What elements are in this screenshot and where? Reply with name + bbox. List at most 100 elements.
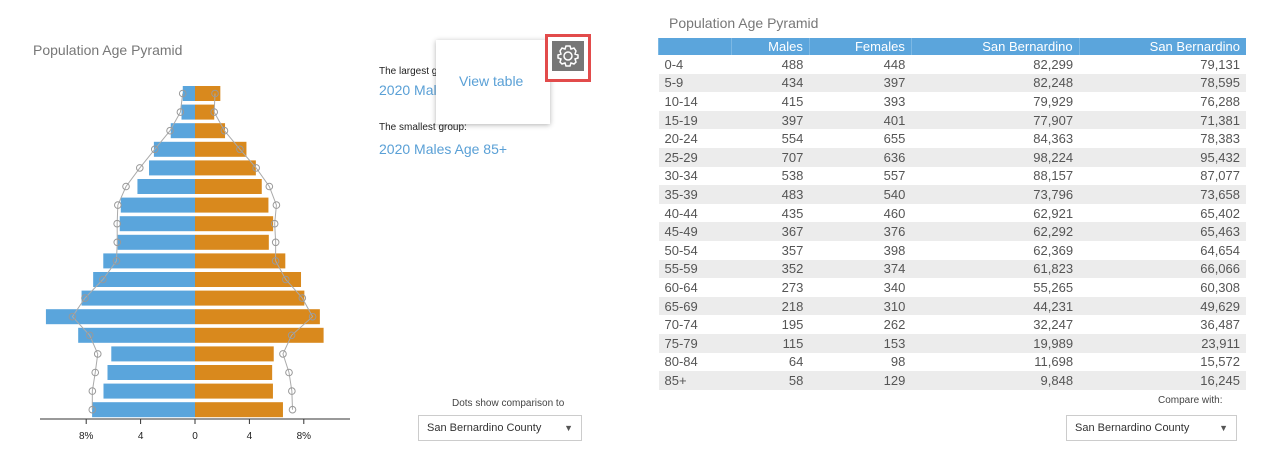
- table-cell: 60,308: [1200, 279, 1240, 295]
- compare-select-value: San Bernardino County: [1075, 422, 1190, 434]
- table-cell: 40-44: [664, 205, 698, 221]
- table-cell: 61,823: [911, 259, 1080, 279]
- table-cell: 707: [731, 147, 810, 167]
- table-cell: 16,245: [1079, 371, 1246, 390]
- column-header[interactable]: San Bernardino: [910, 38, 1080, 55]
- table-cell: 98: [890, 354, 906, 370]
- table-row: 25-29 707 636 98,224 95,432: [658, 147, 1246, 167]
- male-bar: [153, 141, 195, 157]
- female-bar: [195, 123, 226, 139]
- gear-icon: [552, 41, 584, 71]
- table-cell: 55-59: [658, 259, 732, 279]
- table-cell: 195: [781, 317, 804, 333]
- table-cell: 36,487: [1200, 317, 1240, 333]
- table-row: 20-24 554 655 84,363 78,383: [659, 129, 1247, 148]
- table-cell: 398: [883, 242, 906, 258]
- population-pyramid-chart: 8% 4 0 4 8%: [40, 86, 350, 442]
- column-header[interactable]: [657, 38, 732, 55]
- female-bar: [195, 141, 247, 157]
- column-header[interactable]: Females: [808, 38, 912, 55]
- male-bar: [120, 197, 195, 213]
- table-cell: 0-4: [664, 56, 684, 72]
- settings-popup: View table: [436, 40, 550, 124]
- table-row: 65-69 218 310 44,231 49,629: [658, 296, 1246, 316]
- table-cell: 23,911: [1079, 333, 1246, 353]
- column-header[interactable]: San Bernardino: [1078, 38, 1246, 55]
- compare-with-select[interactable]: San Bernardino County ▼: [1066, 415, 1237, 441]
- table-row: 30-34 538 557 88,157 87,077: [659, 167, 1247, 186]
- compare-with-label: Compare with:: [1158, 395, 1223, 406]
- table-cell: 15,572: [1200, 354, 1240, 370]
- table-cell: 44,231: [911, 296, 1080, 316]
- table-cell: 30-34: [664, 168, 698, 184]
- female-bar: [195, 383, 273, 399]
- table-cell: 488: [781, 56, 804, 72]
- table-cell: 32,247: [1033, 317, 1074, 333]
- table-cell: 75-79: [658, 333, 732, 353]
- table-cell: 71,381: [1079, 110, 1246, 130]
- table-cell: 88,157: [1033, 168, 1074, 184]
- table-cell: 655: [883, 131, 906, 147]
- table-cell: 65-69: [658, 296, 732, 316]
- table-cell: 65,402: [1200, 205, 1240, 221]
- table-cell: 273: [781, 279, 804, 295]
- male-bar: [182, 86, 195, 101]
- table-cell: 85+: [658, 371, 732, 390]
- table-cell: 153: [809, 333, 912, 353]
- female-bar: [195, 86, 221, 101]
- table-cell: 82,248: [911, 73, 1080, 93]
- table-row: 75-79 115 153 19,989 23,911: [658, 333, 1246, 353]
- dots-comparison-label: Dots show comparison to: [452, 398, 565, 409]
- table-row: 35-39 483 540 73,796 73,658: [658, 185, 1246, 204]
- table-cell: 49,629: [1079, 296, 1246, 316]
- table-cell: 9,848: [911, 371, 1080, 390]
- female-bar: [195, 402, 283, 418]
- column-header[interactable]: Males: [731, 38, 810, 55]
- female-bar: [195, 234, 269, 250]
- dots-select-value: San Bernardino County: [427, 422, 542, 434]
- x-tick-label: 8%: [297, 431, 312, 442]
- table-cell: 79,131: [1200, 56, 1240, 72]
- female-bar: [195, 346, 274, 362]
- table-cell: 352: [731, 259, 810, 279]
- settings-button[interactable]: [545, 34, 591, 82]
- female-bar: [195, 197, 269, 213]
- female-comparison-line: [213, 93, 314, 410]
- table-cell: 557: [883, 168, 906, 184]
- table-cell: 45-49: [658, 222, 732, 241]
- table-cell: 435: [781, 205, 804, 221]
- male-bar: [103, 383, 195, 399]
- male-bar: [45, 309, 196, 325]
- dots-comparison-select[interactable]: San Bernardino County ▼: [418, 415, 582, 441]
- table-cell: 62,369: [1033, 242, 1074, 258]
- table-cell: 60-64: [664, 279, 698, 295]
- table-row: 15-19 397 401 77,907 71,381: [658, 110, 1246, 130]
- female-bar: [195, 290, 305, 306]
- male-bar: [137, 179, 195, 194]
- table-cell: 393: [883, 93, 906, 109]
- table-cell: 460: [883, 205, 906, 221]
- table-row: 5-9 434 397 82,248 78,595: [658, 73, 1246, 93]
- male-bar: [117, 234, 195, 250]
- table-row: 45-49 367 376 62,292 65,463: [658, 222, 1246, 241]
- male-bar: [81, 290, 195, 306]
- female-bar: [195, 216, 274, 232]
- female-bar: [195, 272, 302, 287]
- chevron-down-icon: ▼: [564, 423, 573, 433]
- female-bar: [195, 179, 262, 194]
- table-cell: 11,698: [1034, 354, 1074, 370]
- table-cell: 434: [731, 73, 810, 93]
- male-bar: [93, 272, 195, 287]
- table-cell: 15-19: [658, 110, 732, 130]
- male-bar: [92, 402, 195, 418]
- table-cell: 78,595: [1079, 73, 1246, 93]
- female-bar: [195, 309, 320, 325]
- view-table-option[interactable]: View table: [459, 73, 523, 89]
- table-cell: 87,077: [1200, 168, 1240, 184]
- table-cell: 76,288: [1200, 93, 1240, 109]
- table-cell: 62,292: [911, 222, 1080, 241]
- table-cell: 540: [809, 185, 912, 204]
- table-cell: 554: [781, 131, 804, 147]
- smallest-group-value[interactable]: 2020 Males Age 85+: [379, 141, 507, 157]
- male-bar: [78, 327, 195, 343]
